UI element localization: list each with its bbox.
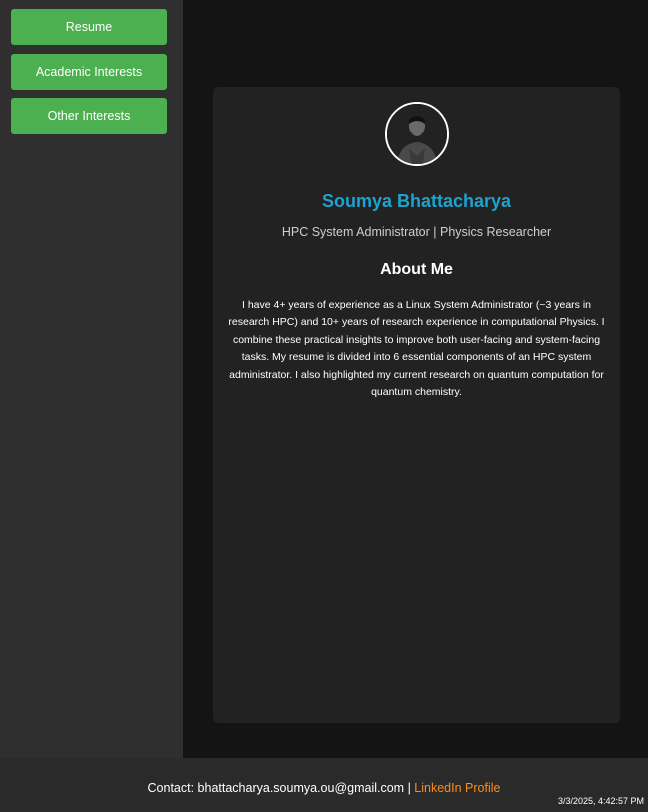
academic-interests-button[interactable]: Academic Interests	[11, 54, 167, 90]
resume-button[interactable]: Resume	[11, 9, 167, 45]
linkedin-link[interactable]: LinkedIn Profile	[414, 781, 500, 795]
main-content: Soumya Bhattacharya HPC System Administr…	[183, 0, 648, 758]
profile-subtitle: HPC System Administrator | Physics Resea…	[281, 225, 552, 239]
sidebar: Resume Academic Interests Other Interest…	[0, 0, 183, 758]
footer: Contact: bhattacharya.soumya.ou@gmail.co…	[0, 758, 648, 812]
avatar	[385, 102, 449, 166]
contact-line: Contact: bhattacharya.soumya.ou@gmail.co…	[0, 781, 648, 795]
about-text: I have 4+ years of experience as a Linux…	[228, 299, 605, 399]
profile-card: Soumya Bhattacharya HPC System Administr…	[213, 87, 620, 723]
contact-email-text: Contact: bhattacharya.soumya.ou@gmail.co…	[147, 781, 411, 795]
other-interests-button[interactable]: Other Interests	[11, 98, 167, 134]
profile-name: Soumya Bhattacharya	[321, 191, 512, 211]
timestamp: 3/3/2025, 4:42:57 PM	[557, 796, 644, 806]
profile-photo	[387, 104, 447, 164]
about-heading: About Me	[380, 261, 453, 278]
